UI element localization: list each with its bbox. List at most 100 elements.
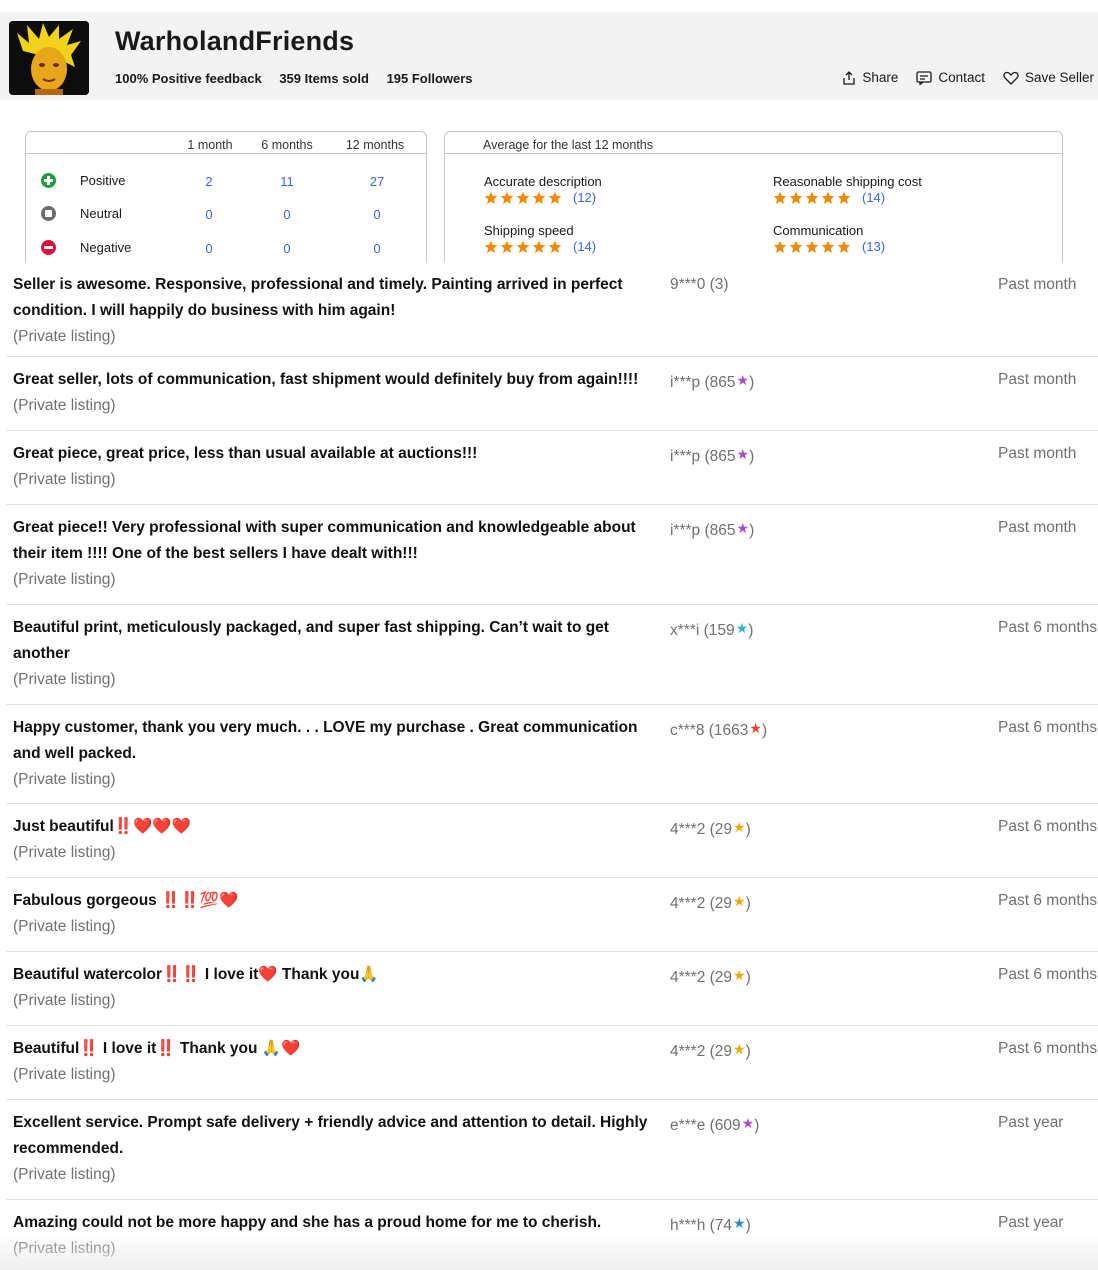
feedback-listing[interactable]: (Private listing): [13, 328, 116, 346]
feedback-user-suffix: ): [745, 1217, 751, 1234]
feedback-period: Past 6 months: [998, 719, 1098, 736]
feedback-row: Beautiful watercolor‼️‼️ I love it❤️ Tha…: [6, 952, 1098, 1026]
ratings-value[interactable]: 0: [169, 241, 249, 256]
save-seller-button[interactable]: Save Seller: [1003, 70, 1094, 85]
ratings-label: Neutral: [80, 206, 122, 221]
star-icon: [532, 191, 546, 204]
feedback-user-suffix: ): [761, 722, 768, 739]
star-icon: [548, 240, 562, 253]
feedback-score-star-icon: ★: [749, 720, 762, 736]
feedback-user-id: 4***2 (29: [670, 895, 733, 912]
metric-count: (12): [573, 190, 597, 205]
ratings-value[interactable]: 0: [169, 207, 249, 222]
ratings-value[interactable]: 0: [337, 207, 417, 222]
feedback-row: Amazing could not be more happy and she …: [6, 1200, 1098, 1270]
feedback-user[interactable]: 9***0 (3): [670, 272, 729, 298]
feedback-user-suffix: ): [745, 821, 751, 838]
star-icon: [789, 240, 803, 253]
feedback-listing[interactable]: (Private listing): [13, 571, 116, 589]
feedback-user-id: e***e (609: [670, 1117, 741, 1134]
feedback-user-suffix: ): [745, 969, 751, 986]
feedback-user-id: i***p (865: [670, 522, 736, 539]
ratings-value[interactable]: 0: [247, 241, 327, 256]
feedback-ratings-panel: 1 month 6 months 12 months Positive 2 11…: [25, 131, 427, 262]
feedback-period: Past year: [998, 1114, 1064, 1131]
positive-feedback: 100% Positive feedback: [115, 71, 262, 86]
ratings-value[interactable]: 0: [247, 207, 327, 222]
feedback-score-star-icon: ★: [733, 1041, 746, 1057]
feedback-comment: Beautiful print, meticulously packaged, …: [13, 619, 609, 662]
metric-label: Reasonable shipping cost: [773, 174, 922, 189]
star-icon: [484, 240, 498, 253]
feedback-user[interactable]: i***p (865★): [670, 515, 754, 544]
ratings-row-negative: Negative 0 0 0: [26, 238, 426, 260]
feedback-user[interactable]: 4***2 (29★): [670, 962, 751, 991]
share-label: Share: [862, 70, 899, 85]
contact-label: Contact: [938, 70, 985, 85]
feedback-comment: Excellent service. Prompt safe delivery …: [13, 1114, 648, 1157]
star-rating: (12): [484, 190, 602, 205]
metric-count: (13): [862, 239, 886, 254]
metric-count: (14): [573, 239, 597, 254]
feedback-comment: Great piece!! Very professional with sup…: [13, 519, 636, 562]
star-icon: [548, 191, 562, 204]
contact-button[interactable]: Contact: [916, 70, 985, 85]
metric-communication: Communication (13): [773, 223, 885, 254]
feedback-user-id: 4***2 (29: [670, 821, 733, 838]
heart-icon: [1003, 71, 1019, 85]
feedback-listing[interactable]: (Private listing): [13, 771, 116, 789]
feedback-period: Past month: [998, 445, 1077, 462]
feedback-user-suffix: ): [749, 374, 755, 391]
seller-actions: Share Contact Save Seller: [842, 70, 1094, 85]
detailed-ratings-header: Average for the last 12 months: [445, 132, 1062, 154]
star-icon: [773, 191, 787, 204]
ratings-label: Positive: [80, 173, 126, 188]
detailed-ratings-panel: Average for the last 12 months Accurate …: [444, 131, 1063, 262]
feedback-user-suffix: ): [754, 1117, 760, 1134]
feedback-listing[interactable]: (Private listing): [13, 844, 116, 862]
star-icon: [789, 191, 803, 204]
feedback-comment: Happy customer, thank you very much. . .…: [13, 719, 638, 762]
minus-circle-icon: [41, 240, 56, 255]
ratings-value[interactable]: 27: [337, 174, 417, 189]
feedback-user-suffix: ): [748, 622, 754, 639]
seller-avatar[interactable]: [9, 21, 89, 95]
feedback-user[interactable]: i***p (865★): [670, 441, 754, 470]
feedback-listing[interactable]: (Private listing): [13, 992, 116, 1010]
star-icon: [837, 191, 851, 204]
ratings-value[interactable]: 0: [337, 241, 417, 256]
feedback-user[interactable]: e***e (609★): [670, 1110, 759, 1139]
feedback-listing[interactable]: (Private listing): [13, 1166, 116, 1184]
feedback-user[interactable]: c***8 (1663★): [670, 715, 767, 744]
feedback-user-suffix: ): [745, 1043, 751, 1060]
feedback-row: Just beautiful‼️❤️❤️❤️ (Private listing) 4…: [6, 804, 1098, 878]
followers-count[interactable]: 195 Followers: [387, 71, 473, 86]
feedback-comment: Amazing could not be more happy and she …: [13, 1214, 602, 1231]
ratings-value[interactable]: 11: [247, 174, 327, 189]
share-button[interactable]: Share: [842, 70, 898, 85]
feedback-row: Beautiful‼️ I love it‼️ Thank you 🙏❤️ (Pr…: [6, 1026, 1098, 1100]
detailed-ratings-heading: Average for the last 12 months: [483, 138, 654, 152]
feedback-listing[interactable]: (Private listing): [13, 397, 116, 415]
feedback-comment: Great piece, great price, less than usua…: [13, 445, 478, 462]
feedback-listing[interactable]: (Private listing): [13, 918, 116, 936]
feedback-user-suffix: ): [745, 895, 751, 912]
feedback-row: Fabulous gorgeous ‼️‼️💯❤️ (Private listin…: [6, 878, 1098, 952]
ratings-value[interactable]: 2: [169, 174, 249, 189]
feedback-listing[interactable]: (Private listing): [13, 1240, 116, 1258]
feedback-user-suffix: ): [749, 522, 755, 539]
feedback-user[interactable]: 4***2 (29★): [670, 1036, 751, 1065]
feedback-user[interactable]: h***h (74★): [670, 1210, 751, 1239]
feedback-listing[interactable]: (Private listing): [13, 1066, 116, 1084]
metric-label: Shipping speed: [484, 223, 574, 238]
feedback-user[interactable]: 4***2 (29★): [670, 888, 751, 917]
feedback-row: Happy customer, thank you very much. . .…: [6, 705, 1098, 804]
feedback-score-star-icon: ★: [733, 1215, 746, 1231]
feedback-user[interactable]: i***p (865★): [670, 367, 754, 396]
star-icon: [532, 240, 546, 253]
feedback-listing[interactable]: (Private listing): [13, 671, 116, 689]
feedback-user[interactable]: x***i (159★): [670, 615, 753, 644]
feedback-period: Past month: [998, 519, 1077, 536]
feedback-user[interactable]: 4***2 (29★): [670, 814, 751, 843]
feedback-listing[interactable]: (Private listing): [13, 471, 116, 489]
